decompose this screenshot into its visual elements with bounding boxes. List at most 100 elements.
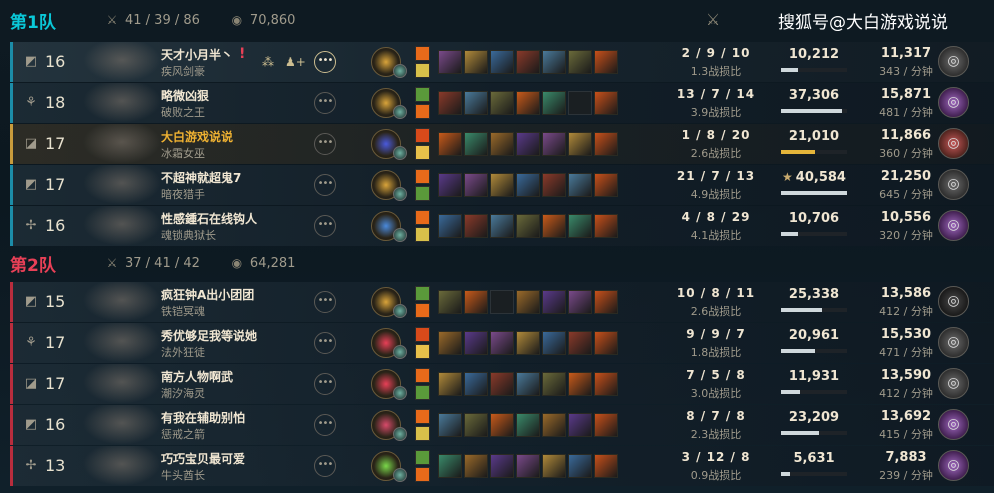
team2-header: 第2队 ⚔ 37 / 41 / 42 ◉ 64,281 — [0, 243, 994, 283]
summoner-name[interactable]: 大白游戏说说 — [161, 128, 233, 145]
more-options-button[interactable]: ••• — [314, 133, 336, 155]
summoner-spell-icon — [415, 145, 430, 160]
kda-score: 21 / 7 / 13 — [676, 169, 756, 183]
champion-portrait[interactable] — [83, 165, 161, 205]
champion-level: 16 — [45, 216, 66, 235]
player-row[interactable]: ◩ 16 天才小月半丶 疾风剑豪! ⁂ ♟+ ••• 2 / 9 / 10 1.3战损比 10,2… — [10, 42, 994, 82]
champion-portrait[interactable] — [83, 364, 161, 404]
gold-earned: 11,317 — [880, 46, 932, 61]
item-icon — [568, 214, 592, 238]
kda-ratio: 1.3战损比 — [690, 65, 742, 78]
item-icon — [516, 413, 540, 437]
player-row[interactable]: ◩ 15 疯狂钟A出小团团 铁铠冥魂 ••• 10 / 8 / 11 2.6战损比 25,33… — [10, 282, 994, 322]
item-icon — [568, 50, 592, 74]
team1-label: 第1队 — [10, 12, 56, 33]
item-icon — [516, 214, 540, 238]
damage-dealt: 10,706 — [773, 211, 855, 226]
add-friend-icon[interactable]: ♟+ — [285, 52, 306, 72]
item-icon — [568, 290, 592, 314]
summoner-spell-icon — [415, 87, 430, 102]
champion-portrait[interactable] — [83, 42, 161, 82]
champion-portrait[interactable] — [83, 323, 161, 363]
player-row[interactable]: ⚘ 17 秀优够足我等说她 法外狂徒 ••• 9 / 9 / 7 1.8战损比 20,961 1… — [10, 323, 994, 363]
summoner-name[interactable]: 天才小月半丶 — [161, 46, 233, 63]
kda-ratio: 2.6战损比 — [690, 147, 742, 160]
summoner-name[interactable]: 不超神就超鬼7 — [161, 169, 241, 186]
player-row[interactable]: ✢ 16 性感鍾石在线钩人 魂锁典狱长 ••• 4 / 8 / 29 4.1战损比 10,70… — [10, 206, 994, 246]
item-icon — [516, 50, 540, 74]
bilgewater-emblem-icon[interactable]: ◎ — [938, 368, 969, 399]
more-options-button[interactable]: ••• — [314, 455, 336, 477]
player-row[interactable]: ◩ 17 不超神就超鬼7 暗夜猎手 ••• 21 / 7 / 13 4.9战损比 ★ 40,58… — [10, 165, 994, 205]
kda-score: 9 / 9 / 7 — [686, 327, 746, 341]
team1-gold-stat: ◉ 70,860 — [230, 13, 296, 28]
summoner-name[interactable]: 性感鍾石在线钩人 — [161, 210, 257, 227]
kda-ratio: 1.8战损比 — [690, 346, 742, 359]
champion-portrait[interactable] — [83, 83, 161, 123]
item-slots — [438, 454, 618, 478]
item-icon — [594, 214, 618, 238]
crossed-swords-icon: ⚔ — [705, 10, 721, 29]
summoner-name[interactable]: 巧巧宝贝最可爱 — [161, 450, 245, 467]
more-options-button[interactable]: ••• — [314, 373, 336, 395]
item-icon — [516, 91, 540, 115]
champion-portrait[interactable] — [83, 282, 161, 322]
more-options-button[interactable]: ••• — [314, 92, 336, 114]
damage-bar-fill — [781, 349, 816, 353]
kda-ratio: 2.3战损比 — [690, 428, 742, 441]
star-icon: ★ — [782, 170, 793, 184]
summoner-name[interactable]: 秀优够足我等说她 — [161, 327, 257, 344]
player-row[interactable]: ◪ 17 大白游戏说说 冰霜女巫 ••• 1 / 8 / 20 2.6战损比 21,010 11… — [10, 124, 994, 164]
shadow-isles-emblem-icon[interactable]: ◎ — [938, 450, 969, 481]
summoner-spell-icon — [415, 227, 430, 242]
team2-kda-stat: ⚔ 37 / 41 / 42 — [105, 256, 200, 271]
item-icon — [594, 50, 618, 74]
shadow-isles-emblem-icon[interactable]: ◎ — [938, 409, 969, 440]
item-slots — [438, 372, 618, 396]
bilgewater-emblem-icon[interactable]: ◎ — [938, 327, 969, 358]
summoner-spell-icon — [415, 169, 430, 184]
damage-bar-fill — [781, 150, 816, 154]
item-icon — [464, 413, 488, 437]
more-options-button[interactable]: ••• — [314, 291, 336, 313]
secondary-rune-icon — [393, 304, 407, 318]
player-row[interactable]: ⚘ 18 略微凶狠 破败之王 ••• 13 / 7 / 14 3.9战损比 37,306 15,… — [10, 83, 994, 123]
summoner-name[interactable]: 略微凶狠 — [161, 87, 209, 104]
kda-ratio: 3.9战损比 — [690, 106, 742, 119]
more-options-button[interactable]: ••• — [314, 215, 336, 237]
player-row[interactable]: ◩ 16 有我在辅助别怕 惩戒之箭 ••• 8 / 7 / 8 2.3战损比 23,209 13… — [10, 405, 994, 445]
more-options-button[interactable]: ••• — [314, 51, 336, 73]
summoner-name[interactable]: 疯狂钟A出小团团 — [161, 286, 254, 303]
player-row[interactable]: ✢ 13 巧巧宝贝最可爱 牛头酋长 ••• 3 / 12 / 8 0.9战损比 5,631 7,… — [10, 446, 994, 486]
champion-level: 13 — [45, 456, 66, 475]
kda-score: 13 / 7 / 14 — [676, 87, 756, 101]
freljord-emblem-icon[interactable]: ◎ — [938, 128, 969, 159]
item-icon — [568, 173, 592, 197]
champion-portrait[interactable] — [83, 405, 161, 445]
damage-bar — [781, 349, 847, 353]
noxus-emblem-icon[interactable]: ◎ — [938, 286, 969, 317]
item-icon — [542, 132, 566, 156]
summoner-spell-icon — [415, 128, 430, 143]
summoner-name[interactable]: 有我在辅助别怕 — [161, 409, 245, 426]
add-friend-group-icon[interactable]: ⁂ — [258, 52, 278, 72]
item-icon — [438, 91, 462, 115]
shadow-isles-emblem-icon[interactable]: ◎ — [938, 210, 969, 241]
item-icon — [490, 331, 514, 355]
more-options-button[interactable]: ••• — [314, 174, 336, 196]
damage-dealt: 20,961 — [773, 328, 855, 343]
demacia-emblem-icon[interactable]: ◎ — [938, 169, 969, 200]
more-options-button[interactable]: ••• — [314, 414, 336, 436]
item-icon — [516, 331, 540, 355]
gold-coins-icon: ◉ — [231, 256, 243, 270]
summoner-spell-icon — [415, 104, 430, 119]
shadow-isles-emblem-icon[interactable]: ◎ — [938, 87, 969, 118]
champion-portrait[interactable] — [83, 206, 161, 246]
champion-portrait[interactable] — [83, 124, 161, 164]
more-options-button[interactable]: ••• — [314, 332, 336, 354]
player-row[interactable]: ◪ 17 南方人物啊武 潮汐海灵 ••• 7 / 5 / 8 3.0战损比 11,931 13,… — [10, 364, 994, 404]
summoner-name[interactable]: 南方人物啊武 — [161, 368, 233, 385]
item-icon — [464, 173, 488, 197]
champion-portrait[interactable] — [83, 446, 161, 486]
ionia-emblem-icon[interactable]: ◎ — [938, 46, 969, 77]
